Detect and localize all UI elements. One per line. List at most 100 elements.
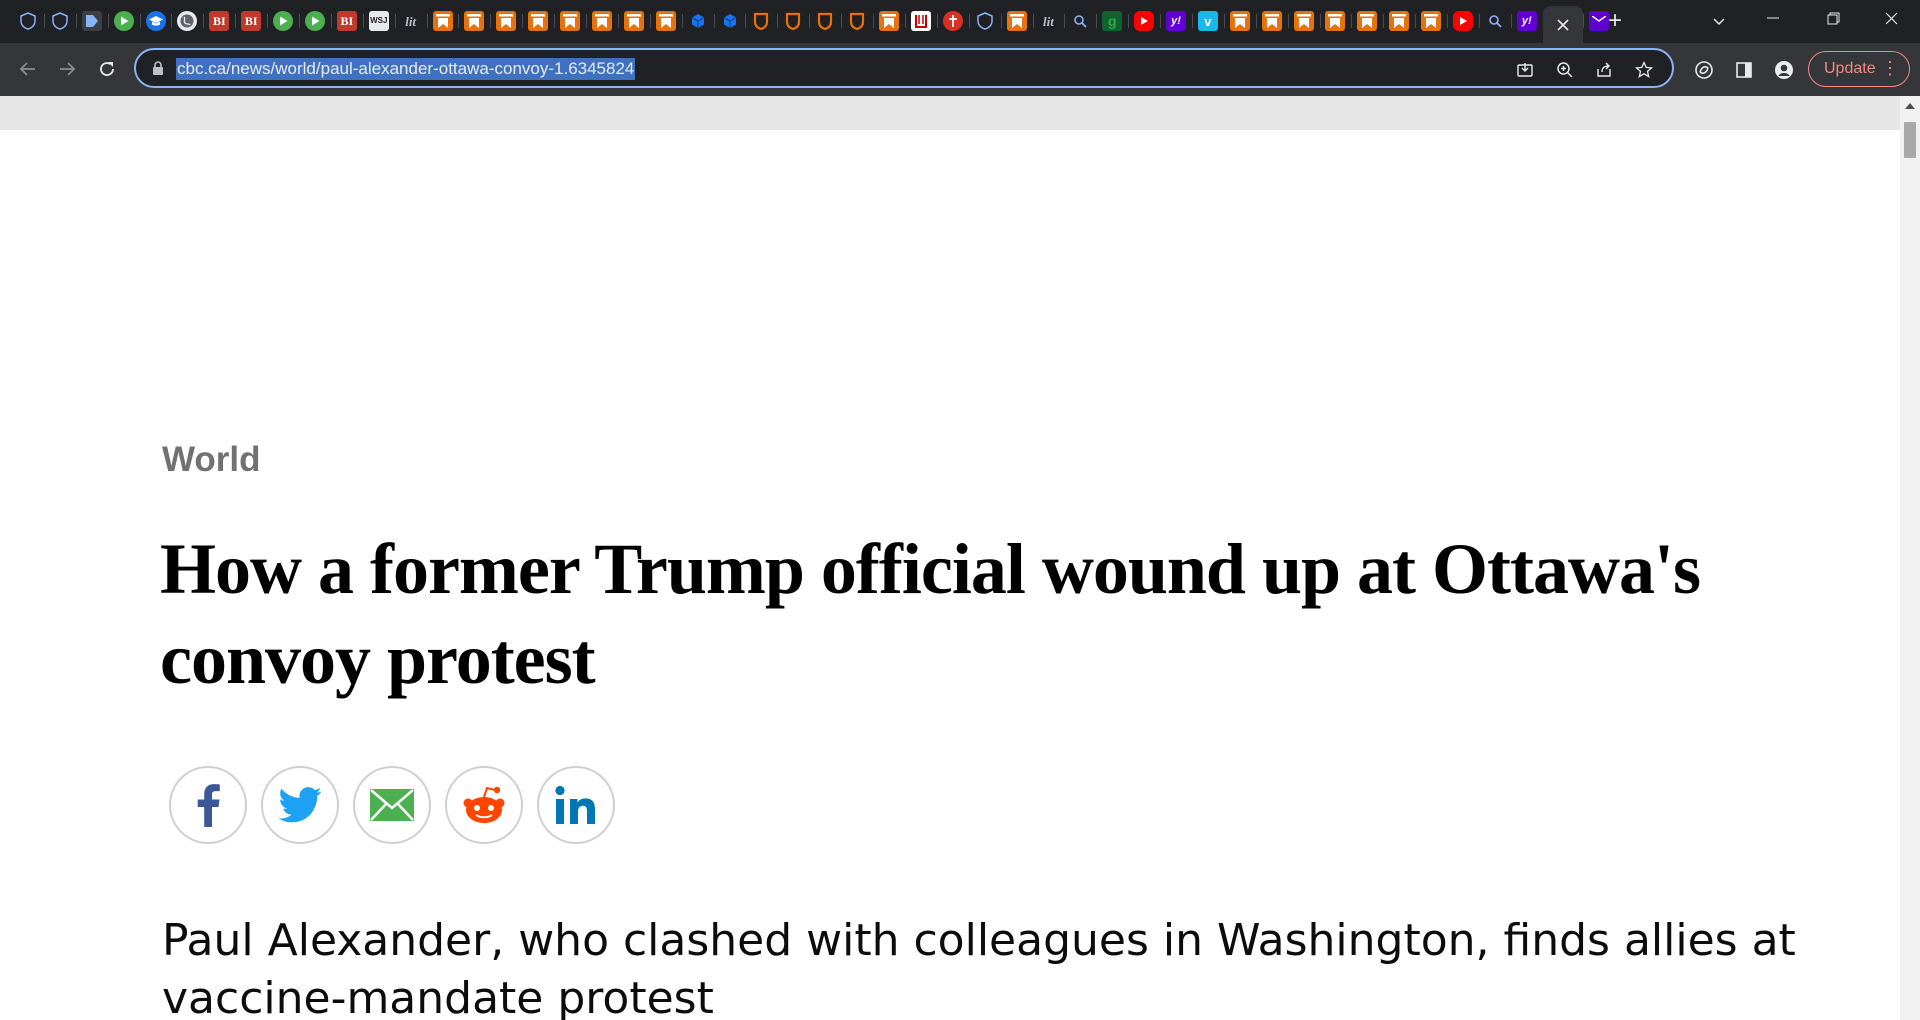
shield-icon <box>975 11 995 31</box>
bookmark-icon <box>655 11 676 31</box>
tab[interactable] <box>43 6 76 36</box>
youtube-icon <box>1134 11 1155 31</box>
tab-search-button[interactable] <box>1706 8 1732 34</box>
extension-button[interactable] <box>1690 56 1718 84</box>
tab[interactable] <box>1000 6 1033 36</box>
badge-icon <box>815 11 835 31</box>
tab[interactable] <box>873 6 905 36</box>
tab[interactable] <box>458 6 490 36</box>
tab[interactable]: y! <box>1510 6 1543 36</box>
tab[interactable]: y! <box>1160 6 1192 36</box>
tab[interactable]: lit <box>394 6 427 36</box>
web-page: World How a former Trump official wound … <box>0 96 1900 1020</box>
wsj-icon: WSJ <box>368 11 389 31</box>
header-band <box>0 96 1900 130</box>
back-button[interactable] <box>12 53 44 85</box>
side-panel-button[interactable] <box>1730 56 1758 84</box>
tab[interactable] <box>713 6 746 36</box>
tab[interactable]: BI <box>330 6 363 36</box>
tab[interactable] <box>1255 6 1288 36</box>
share-email-button[interactable] <box>353 766 431 844</box>
tab[interactable] <box>777 6 809 36</box>
tab[interactable]: g <box>1096 6 1128 36</box>
install-app-button[interactable] <box>1512 57 1538 83</box>
tab[interactable] <box>841 6 873 36</box>
tab[interactable] <box>139 6 172 36</box>
scrollbar[interactable] <box>1900 96 1920 1020</box>
tab[interactable] <box>586 6 618 36</box>
article-headline: How a former Trump official wound up at … <box>160 529 1701 699</box>
side-panel-icon <box>1736 62 1752 78</box>
tab[interactable] <box>426 6 459 36</box>
share-facebook-button[interactable] <box>169 766 247 844</box>
tab[interactable] <box>617 6 650 36</box>
tab[interactable] <box>171 6 203 36</box>
tab[interactable] <box>809 6 841 36</box>
url-text[interactable]: cbc.ca/news/world/paul-alexander-ottawa-… <box>176 58 636 80</box>
active-tab[interactable] <box>1542 6 1583 43</box>
tab-list: BI BI BI WSJ lit lit g y! v y! <box>12 6 1615 43</box>
tab[interactable] <box>267 6 299 36</box>
share-reddit-button[interactable] <box>445 766 523 844</box>
tab[interactable] <box>1223 6 1256 36</box>
tab[interactable] <box>299 6 331 36</box>
update-button[interactable]: Update ⋮ <box>1808 51 1910 87</box>
tab[interactable] <box>681 6 714 36</box>
tab[interactable] <box>904 6 937 36</box>
tab[interactable] <box>75 6 108 36</box>
tab[interactable] <box>936 6 969 36</box>
tab[interactable] <box>649 6 682 36</box>
tab[interactable] <box>1128 6 1160 36</box>
tab[interactable]: BI <box>235 6 267 36</box>
tab[interactable] <box>745 6 777 36</box>
close-window-button[interactable] <box>1868 0 1914 36</box>
bookmark-star-button[interactable] <box>1631 57 1657 83</box>
tab[interactable] <box>12 6 44 36</box>
profile-button[interactable] <box>1770 56 1798 84</box>
share-icon <box>1597 62 1611 77</box>
tab[interactable] <box>490 6 522 36</box>
share-twitter-button[interactable] <box>261 766 339 844</box>
close-icon[interactable] <box>1557 18 1569 31</box>
tab[interactable] <box>1064 6 1096 36</box>
tab[interactable]: BI <box>203 6 235 36</box>
shield-icon <box>18 11 38 31</box>
forward-button[interactable] <box>51 53 83 85</box>
bi-icon: BI <box>241 11 262 31</box>
triangle-up-icon <box>1905 103 1915 109</box>
share-linkedin-button[interactable] <box>537 766 615 844</box>
tab[interactable] <box>1383 6 1415 36</box>
tab[interactable]: v <box>1191 6 1224 36</box>
search-icon <box>1070 11 1090 31</box>
scroll-up-button[interactable] <box>1900 96 1920 116</box>
install-icon <box>1517 63 1533 77</box>
new-tab-button[interactable]: + <box>1602 8 1628 34</box>
tab[interactable] <box>1447 6 1479 36</box>
tab[interactable] <box>522 6 554 36</box>
minimize-button[interactable] <box>1750 0 1796 36</box>
bookmark-icon <box>623 11 644 31</box>
bookmark-icon <box>591 11 612 31</box>
youtube-icon <box>1453 11 1474 31</box>
reload-button[interactable] <box>91 53 123 85</box>
tab[interactable]: lit <box>1032 6 1065 36</box>
red-pin-icon <box>942 11 963 31</box>
badge-icon <box>783 11 803 31</box>
tab[interactable] <box>1415 6 1447 36</box>
lit-icon: lit <box>405 13 417 29</box>
restore-button[interactable] <box>1810 0 1856 36</box>
tab[interactable] <box>1478 6 1511 36</box>
share-page-button[interactable] <box>1591 57 1617 83</box>
tab[interactable] <box>1287 6 1320 36</box>
tab[interactable] <box>1351 6 1383 36</box>
tab[interactable] <box>554 6 586 36</box>
scroll-thumb[interactable] <box>1904 122 1916 158</box>
tab[interactable] <box>1319 6 1352 36</box>
category-link[interactable]: World <box>162 440 261 480</box>
address-bar[interactable]: cbc.ca/news/world/paul-alexander-ottawa-… <box>134 48 1674 88</box>
tab[interactable] <box>107 6 140 36</box>
play-icon <box>273 11 294 31</box>
tab[interactable] <box>968 6 1001 36</box>
tab[interactable]: WSJ <box>362 6 395 36</box>
zoom-button[interactable] <box>1552 57 1578 83</box>
